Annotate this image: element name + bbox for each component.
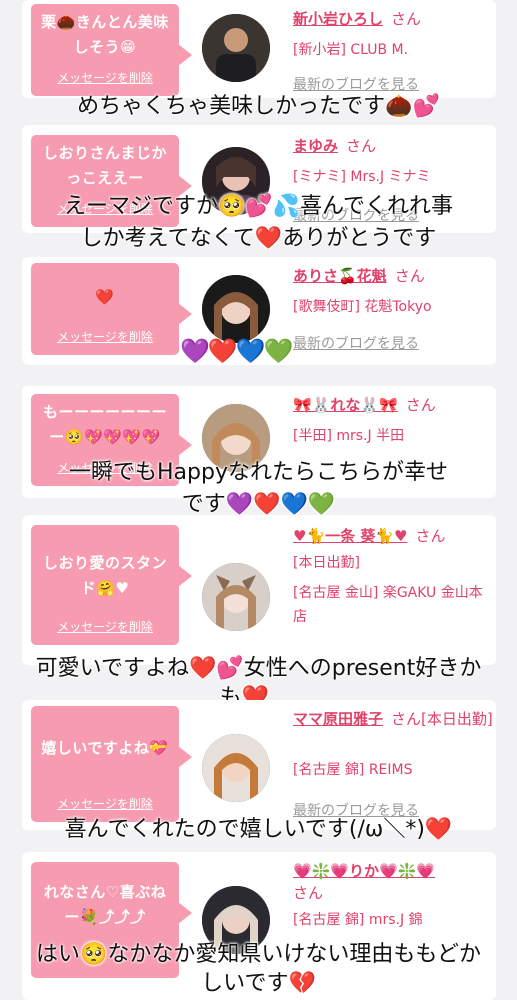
sender-name-link[interactable]: ママ原田雅子 [293, 710, 383, 728]
delete-message-link[interactable]: メッセージを削除 [31, 618, 179, 635]
shift-status: [本日出勤] [293, 555, 360, 571]
message-text: しおり愛のスタンド🤗♥ [42, 554, 167, 597]
delete-message-link[interactable]: メッセージを削除 [31, 200, 179, 217]
sender-name-link[interactable]: ありさ🍒花魁 [293, 267, 387, 285]
avatar[interactable] [202, 563, 270, 631]
shop-name: [新小岩] CLUB M. [293, 42, 409, 58]
sender-info: ありさ🍒花魁 さん [歌舞伎町] 花魁Tokyo [293, 265, 493, 319]
avatar[interactable] [202, 275, 270, 343]
sender-info: 新小岩ひろし さん [新小岩] CLUB M. [293, 8, 493, 62]
sender-name-link[interactable]: 新小岩ひろし [293, 10, 383, 28]
honorific: さん[本日出勤] [391, 710, 493, 728]
message-bubble: もーーーーーーーー🥺💖💖💖💖 メッセージを削除 [31, 394, 192, 486]
sender-name-link[interactable]: 💗❇️💗りか💗❇️💗 [293, 862, 435, 880]
message-text: 嬉しいですよね💝 [41, 739, 169, 757]
message-bubble: しおりさんまじかっこええー メッセージを削除 [31, 135, 192, 227]
message-card: 嬉しいですよね💝 メッセージを削除 ママ原田雅子 さん[本日出勤] [名古屋 錦]… [22, 700, 496, 830]
avatar[interactable] [202, 886, 270, 954]
message-text: しおりさんまじかっこええー [42, 144, 167, 187]
avatar[interactable] [202, 14, 270, 82]
message-bubble: 嬉しいですよね💝 メッセージを削除 [31, 706, 192, 822]
message-bubble: ❤️ メッセージを削除 [31, 263, 192, 355]
message-card: れなさん♡喜ぶねー💐⤴⤴⤴ 💗❇️💗りか💗❇️💗 さん [名古屋 錦] mrs.… [22, 852, 496, 1000]
message-card: しおり愛のスタンド🤗♥ メッセージを削除 ♥🐈一条 葵🐈♥ さん [本日出勤] [… [22, 515, 496, 665]
avatar[interactable] [202, 734, 270, 802]
shop-name: [名古屋 錦] mrs.J 錦 [293, 912, 423, 928]
latest-blog-link[interactable]: 最新のブログを見る [293, 205, 419, 225]
honorific: さん [415, 527, 446, 545]
sender-info: 💗❇️💗りか💗❇️💗 さん [名古屋 錦] mrs.J 錦 [293, 860, 493, 932]
honorific: さん [405, 396, 436, 414]
delete-message-link[interactable]: メッセージを削除 [31, 328, 179, 345]
latest-blog-link[interactable]: 最新のブログを見る [293, 800, 419, 820]
message-bubble: 栗🌰きんとん美味しそう😁 メッセージを削除 [31, 4, 192, 96]
delete-message-link[interactable]: メッセージを削除 [31, 795, 179, 812]
message-text: もーーーーーーーー🥺💖💖💖💖 [42, 403, 167, 446]
sender-info: ママ原田雅子 さん[本日出勤] [名古屋 錦] REIMS [293, 708, 493, 782]
message-card: しおりさんまじかっこええー メッセージを削除 まゆみ さん [ミナミ] Mrs.J… [22, 125, 496, 233]
message-text: 栗🌰きんとん美味しそう😁 [41, 13, 169, 56]
sender-name-link[interactable]: ♥🐈一条 葵🐈♥ [293, 527, 407, 545]
avatar[interactable] [202, 404, 270, 472]
shop-name: [歌舞伎町] 花魁Tokyo [293, 299, 432, 315]
sender-name-link[interactable]: 🎀🐰れな🐰🎀 [293, 396, 398, 414]
message-card: 栗🌰きんとん美味しそう😁 メッセージを削除 新小岩ひろし さん [新小岩] CLU… [22, 0, 496, 98]
shop-name: [半田] mrs.J 半田 [293, 428, 405, 444]
message-bubble: れなさん♡喜ぶねー💐⤴⤴⤴ [31, 862, 192, 978]
honorific: さん [293, 884, 324, 902]
shop-name: [ミナミ] Mrs.J ミナミ [293, 169, 431, 185]
latest-blog-link[interactable]: 最新のブログを見る [293, 74, 419, 94]
delete-message-link[interactable]: メッセージを削除 [31, 69, 179, 86]
message-text: れなさん♡喜ぶねー💐⤴⤴⤴ [43, 883, 167, 926]
message-bubble: しおり愛のスタンド🤗♥ メッセージを削除 [31, 525, 192, 645]
sender-info: 🎀🐰れな🐰🎀 さん [半田] mrs.J 半田 [293, 394, 493, 448]
reply-emoji-row: 💜❤️💙💚 [180, 337, 294, 365]
sender-info: ♥🐈一条 葵🐈♥ さん [本日出勤] [名古屋 金山] 楽GAKU 金山本店 [293, 525, 493, 629]
latest-blog-link[interactable]: 最新のブログを見る [293, 333, 419, 353]
honorific: さん [346, 137, 377, 155]
delete-message-link[interactable]: メッセージを削除 [31, 459, 179, 476]
avatar[interactable] [202, 147, 270, 215]
message-card: もーーーーーーーー🥺💖💖💖💖 メッセージを削除 🎀🐰れな🐰🎀 さん [半田] mr… [22, 386, 496, 498]
sender-name-link[interactable]: まゆみ [293, 137, 338, 155]
sender-info: まゆみ さん [ミナミ] Mrs.J ミナミ [293, 135, 493, 189]
shop-name: [名古屋 金山] 楽GAKU 金山本店 [293, 585, 483, 625]
honorific: さん [394, 267, 425, 285]
message-text: ❤️ [95, 288, 115, 306]
honorific: さん [391, 10, 422, 28]
shop-name: [名古屋 錦] REIMS [293, 762, 413, 778]
